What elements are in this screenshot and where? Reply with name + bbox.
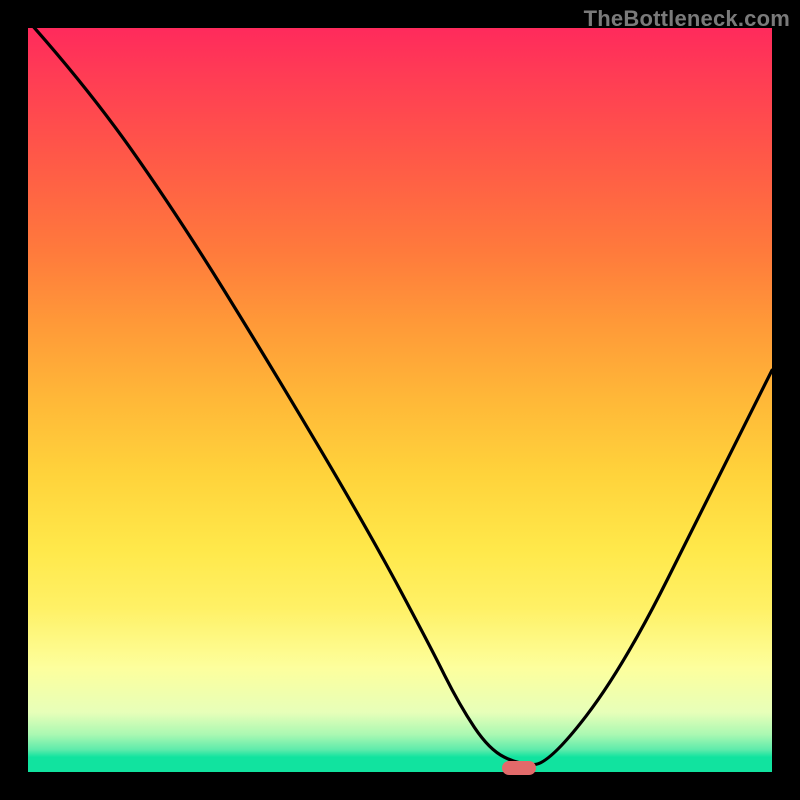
bottleneck-curve — [28, 28, 772, 772]
plot-area — [28, 28, 772, 772]
curve-path — [28, 28, 772, 765]
optimal-marker — [502, 761, 536, 775]
chart-container: TheBottleneck.com — [0, 0, 800, 800]
